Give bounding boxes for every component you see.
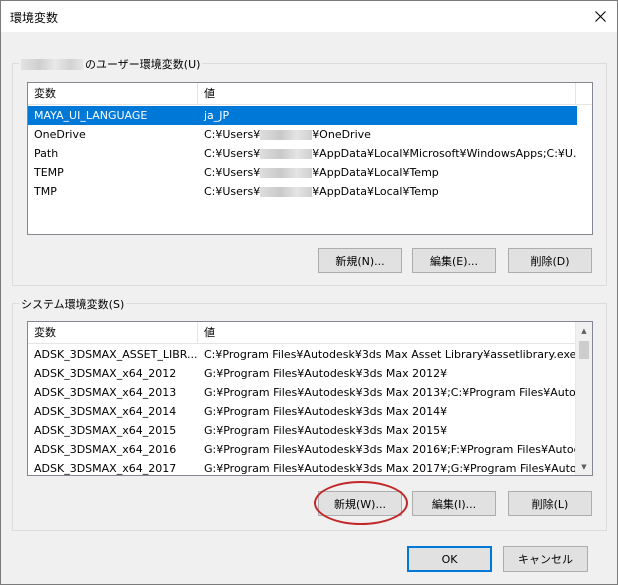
system-variables-list[interactable]: 変数 値 ADSK_3DSMAX_ASSET_LIBR... C:¥Program…: [27, 321, 593, 476]
system-new-button[interactable]: 新規(W)...: [318, 491, 402, 516]
value-suffix: ¥OneDrive: [312, 128, 371, 141]
list-item[interactable]: ADSK_3DSMAX_ASSET_LIBR... C:¥Program File…: [28, 345, 577, 364]
system-edit-button[interactable]: 編集(I)...: [412, 491, 496, 516]
user-new-button[interactable]: 新規(N)...: [318, 248, 402, 273]
window-title: 環境変数: [10, 11, 59, 25]
variable-value: G:¥Program Files¥Autodesk¥3ds Max 2014¥: [204, 405, 448, 418]
redacted-username: [260, 149, 313, 159]
ok-button[interactable]: OK: [407, 546, 492, 572]
redacted-username: [260, 168, 313, 178]
value-prefix: ja_JP: [204, 109, 230, 122]
close-icon: [594, 11, 606, 22]
redacted-username: [21, 58, 83, 70]
system-variables-title: システム環境変数(S): [19, 296, 127, 312]
user-edit-button[interactable]: 編集(E)...: [412, 248, 496, 273]
scroll-up-arrow-icon[interactable]: ▲: [576, 322, 592, 339]
variable-value: G:¥Program Files¥Autodesk¥3ds Max 2017¥;…: [204, 462, 577, 475]
value-prefix: C:¥Users¥: [204, 147, 261, 160]
list-item[interactable]: ADSK_3DSMAX_x64_2012 G:¥Program Files¥Aut…: [28, 364, 577, 383]
list-item[interactable]: ADSK_3DSMAX_x64_2015 G:¥Program Files¥Aut…: [28, 421, 577, 440]
variable-name: ADSK_3DSMAX_x64_2015: [34, 424, 177, 437]
system-list-header: 変数 値: [28, 322, 577, 344]
close-button[interactable]: [583, 1, 617, 32]
variable-name: ADSK_3DSMAX_ASSET_LIBR...: [34, 348, 198, 361]
value-suffix: ¥AppData¥Local¥Microsoft¥WindowsApps;C:¥…: [312, 147, 577, 160]
value-prefix: C:¥Users¥: [204, 128, 261, 141]
system-delete-button[interactable]: 削除(L): [508, 491, 592, 516]
variable-name: TMP: [34, 185, 57, 198]
title-bar[interactable]: 環境変数: [1, 1, 617, 32]
user-variables-label: のユーザー環境変数(U): [85, 58, 201, 71]
variable-value: C:¥Users¥ ¥OneDrive: [198, 125, 577, 144]
variable-name: OneDrive: [34, 128, 86, 141]
scroll-down-arrow-icon[interactable]: ▼: [576, 458, 592, 475]
variable-value: G:¥Program Files¥Autodesk¥3ds Max 2015¥: [204, 424, 448, 437]
cancel-button[interactable]: キャンセル: [503, 546, 588, 572]
variable-name: ADSK_3DSMAX_x64_2017: [34, 462, 177, 475]
column-header-value[interactable]: 値: [198, 83, 576, 105]
value-prefix: C:¥Users¥: [204, 166, 261, 179]
scrollbar-thumb[interactable]: [579, 341, 589, 359]
variable-name: ADSK_3DSMAX_x64_2012: [34, 367, 177, 380]
variable-name: ADSK_3DSMAX_x64_2014: [34, 405, 177, 418]
variable-value: G:¥Program Files¥Autodesk¥3ds Max 2012¥: [204, 367, 448, 380]
list-item[interactable]: TMP C:¥Users¥ ¥AppData¥Local¥Temp: [28, 182, 577, 201]
value-suffix: ¥AppData¥Local¥Temp: [312, 185, 439, 198]
variable-value: ja_JP: [198, 106, 577, 125]
column-header-variable[interactable]: 変数: [28, 322, 198, 344]
list-item[interactable]: MAYA_UI_LANGUAGE ja_JP: [28, 106, 577, 125]
user-list-header: 変数 値: [28, 83, 592, 105]
variable-value: G:¥Program Files¥Autodesk¥3ds Max 2013¥;…: [204, 386, 577, 399]
list-item[interactable]: Path C:¥Users¥ ¥AppData¥Local¥Microsoft¥Wi…: [28, 144, 577, 163]
value-suffix: ¥AppData¥Local¥Temp: [312, 166, 439, 179]
variable-name: TEMP: [34, 166, 64, 179]
list-item[interactable]: ADSK_3DSMAX_x64_2014 G:¥Program Files¥Aut…: [28, 402, 577, 421]
variable-name: MAYA_UI_LANGUAGE: [34, 109, 148, 122]
variable-value: C:¥Program Files¥Autodesk¥3ds Max Asset …: [204, 348, 577, 361]
variable-value: C:¥Users¥ ¥AppData¥Local¥Microsoft¥Window…: [198, 144, 577, 163]
environment-variables-dialog: 環境変数 のユーザー環境変数(U) 変数 値 MAYA_UI_LANGUAGE j…: [0, 0, 618, 585]
list-item[interactable]: ADSK_3DSMAX_x64_2016 G:¥Program Files¥Aut…: [28, 440, 577, 459]
list-item[interactable]: ADSK_3DSMAX_x64_2013 G:¥Program Files¥Aut…: [28, 383, 577, 402]
variable-value: G:¥Program Files¥Autodesk¥3ds Max 2016¥;…: [204, 443, 577, 456]
user-variables-list[interactable]: 変数 値 MAYA_UI_LANGUAGE ja_JP OneDrive C:¥Use…: [27, 82, 593, 235]
list-item[interactable]: TEMP C:¥Users¥ ¥AppData¥Local¥Temp: [28, 163, 577, 182]
user-list-body: MAYA_UI_LANGUAGE ja_JP OneDrive C:¥Users¥ ¥O…: [28, 106, 577, 201]
value-prefix: C:¥Users¥: [204, 185, 261, 198]
user-delete-button[interactable]: 削除(D): [508, 248, 592, 273]
redacted-username: [260, 187, 313, 197]
system-list-scrollbar[interactable]: ▲ ▼: [575, 322, 592, 475]
variable-value: C:¥Users¥ ¥AppData¥Local¥Temp: [198, 182, 577, 201]
user-variables-title: のユーザー環境変数(U): [19, 56, 203, 72]
system-list-body: ADSK_3DSMAX_ASSET_LIBR... C:¥Program File…: [28, 345, 577, 475]
variable-name: ADSK_3DSMAX_x64_2016: [34, 443, 177, 456]
list-item[interactable]: ADSK_3DSMAX_x64_2017 G:¥Program Files¥Aut…: [28, 459, 577, 475]
variable-value: C:¥Users¥ ¥AppData¥Local¥Temp: [198, 163, 577, 182]
column-header-value[interactable]: 値: [198, 322, 577, 344]
list-item[interactable]: OneDrive C:¥Users¥ ¥OneDrive: [28, 125, 577, 144]
variable-name: Path: [34, 147, 59, 160]
column-header-variable[interactable]: 変数: [28, 83, 198, 105]
variable-name: ADSK_3DSMAX_x64_2013: [34, 386, 177, 399]
redacted-username: [260, 130, 313, 140]
